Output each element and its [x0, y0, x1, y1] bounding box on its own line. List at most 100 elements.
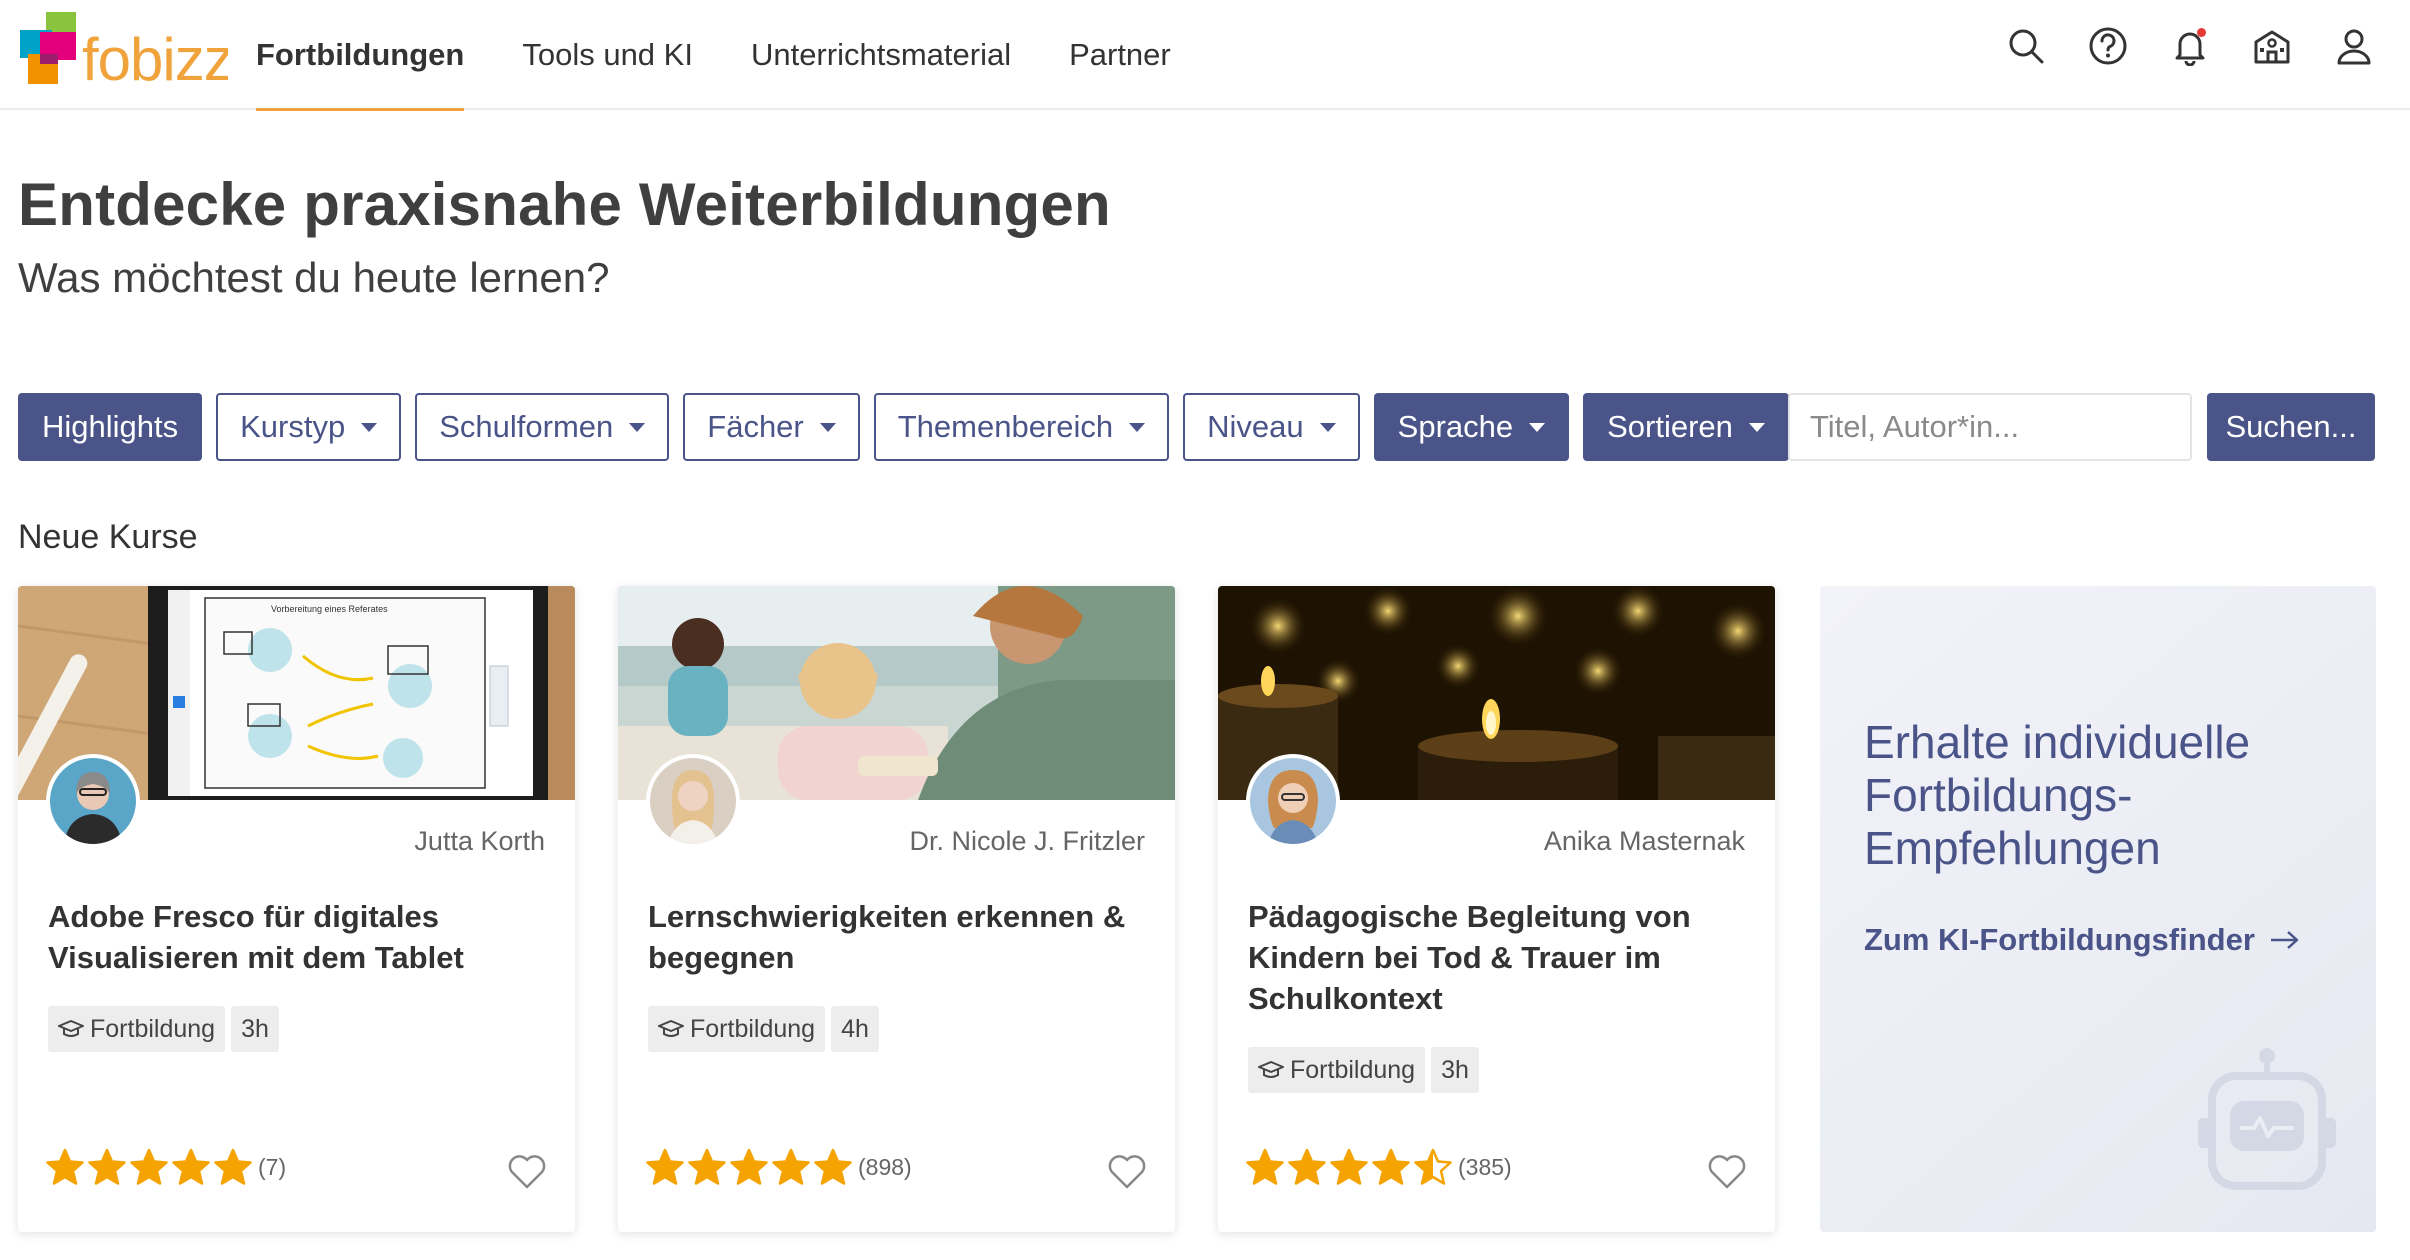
rating-count: (898) [858, 1153, 912, 1180]
arrow-right-icon [2270, 931, 2299, 949]
header-actions [2006, 26, 2374, 67]
course-tags: Fortbildung 4h [648, 1006, 879, 1052]
rating-stars: (898) [646, 1148, 912, 1186]
star-icon [130, 1148, 168, 1185]
faecher-dropdown[interactable]: Fächer [683, 393, 860, 461]
rating-count: (7) [258, 1153, 287, 1180]
star-icon [772, 1148, 810, 1185]
schulformen-dropdown[interactable]: Schulformen [415, 393, 670, 461]
sortieren-label: Sortieren [1607, 409, 1733, 444]
niveau-label: Niveau [1207, 409, 1304, 444]
filter-bar: Highlights Kurstyp Schulformen Fächer Th… [18, 393, 1803, 461]
sketch-title: Vorbereitung eines Referates [271, 604, 388, 614]
search-icon[interactable] [2006, 26, 2046, 66]
caret-down-icon [1529, 422, 1546, 432]
nav-item-tools-und-ki[interactable]: Tools und KI [522, 0, 693, 110]
brand-wordmark: fobizz [82, 26, 228, 93]
school-icon[interactable] [2252, 26, 2292, 66]
favorite-heart-icon[interactable] [507, 1152, 547, 1190]
caret-down-icon [1748, 422, 1765, 432]
nav-item-partner[interactable]: Partner [1069, 0, 1171, 110]
ki-finder-link[interactable]: Zum KI-Fortbildungsfinder [1864, 922, 2301, 958]
graduation-cap-icon [658, 1020, 684, 1037]
caret-down-icon [629, 422, 646, 432]
faecher-label: Fächer [707, 409, 804, 444]
main-nav: Fortbildungen Tools und KI Unterrichtsma… [256, 0, 1229, 111]
course-author: Dr. Nicole J. Fritzler [909, 826, 1145, 856]
niveau-dropdown[interactable]: Niveau [1183, 393, 1360, 461]
user-icon[interactable] [2334, 26, 2374, 66]
star-icon [814, 1148, 852, 1185]
course-tags: Fortbildung 3h [1248, 1047, 1479, 1093]
star-icon [730, 1148, 768, 1185]
nav-item-fortbildungen[interactable]: Fortbildungen [256, 0, 465, 111]
themenbereich-dropdown[interactable]: Themenbereich [873, 393, 1170, 461]
tag-type-label: Fortbildung [690, 1014, 816, 1043]
course-title[interactable]: Lernschwierigkeiten erkennen & begegnen [648, 896, 1148, 978]
course-author: Jutta Korth [414, 826, 545, 856]
robot-icon [2198, 1048, 2336, 1190]
star-icon [1246, 1148, 1284, 1185]
star-icon [1372, 1148, 1410, 1185]
search-button[interactable]: Suchen... [2207, 393, 2375, 461]
notification-dot [2197, 28, 2206, 37]
course-card[interactable]: Dr. Nicole J. Fritzler Lernschwierigkeit… [618, 586, 1175, 1232]
caret-down-icon [819, 422, 836, 432]
sortieren-dropdown[interactable]: Sortieren [1583, 393, 1789, 461]
ki-finder-link-label: Zum KI-Fortbildungsfinder [1864, 922, 2255, 957]
favorite-heart-icon[interactable] [1707, 1152, 1747, 1190]
course-title[interactable]: Adobe Fresco für digitales Visualisieren… [48, 896, 548, 978]
themenbereich-label: Themenbereich [897, 409, 1114, 444]
page-title: Entdecke praxisnahe Weiterbildungen [18, 171, 1111, 238]
star-half-icon [1414, 1148, 1452, 1185]
nav-item-unterrichtsmaterial[interactable]: Unterrichtsmaterial [751, 0, 1011, 110]
star-icon [1288, 1148, 1326, 1185]
rating-stars: (7) [46, 1148, 286, 1186]
course-author: Anika Masternak [1543, 826, 1745, 856]
caret-down-icon [1319, 422, 1336, 432]
ai-recommendation-card[interactable]: Erhalte individuelle Fortbildungs-Empfeh… [1820, 586, 2376, 1232]
kurstyp-dropdown[interactable]: Kurstyp [216, 393, 402, 461]
help-icon[interactable] [2088, 26, 2128, 66]
star-icon [1330, 1148, 1368, 1185]
fobizz-logo[interactable]: fobizz [18, 10, 234, 96]
star-icon [88, 1148, 126, 1185]
course-card[interactable]: Vorbereitung eines Referates Jutta Korth… [18, 586, 575, 1232]
author-avatar [646, 754, 740, 848]
rating-stars: (385) [1246, 1148, 1512, 1186]
bell-icon[interactable] [2170, 26, 2210, 67]
course-title[interactable]: Pädagogische Begleitung von Kindern bei … [1248, 896, 1748, 1019]
tag-duration: 3h [1431, 1047, 1479, 1093]
search-input[interactable] [1788, 393, 2192, 461]
course-tags: Fortbildung 3h [48, 1006, 279, 1052]
course-card[interactable]: Anika Masternak Pädagogische Begleitung … [1218, 586, 1775, 1232]
star-icon [688, 1148, 726, 1185]
caret-down-icon [1129, 422, 1146, 432]
graduation-cap-icon [1258, 1061, 1284, 1078]
promo-title: Erhalte individuelle Fortbildungs-Empfeh… [1864, 716, 2251, 874]
author-avatar [1246, 754, 1340, 848]
rating-count: (385) [1458, 1153, 1512, 1180]
tag-duration: 3h [231, 1006, 279, 1052]
tag-course-type: Fortbildung [648, 1006, 826, 1052]
star-icon [46, 1148, 84, 1185]
sprache-label: Sprache [1397, 409, 1514, 444]
page-subtitle: Was möchtest du heute lernen? [18, 254, 610, 301]
tag-duration: 4h [831, 1006, 879, 1052]
tag-course-type: Fortbildung [48, 1006, 226, 1052]
top-navigation-bar: fobizz Fortbildungen Tools und KI Unterr… [0, 0, 2410, 111]
sprache-dropdown[interactable]: Sprache [1373, 393, 1570, 461]
author-avatar [46, 754, 140, 848]
star-icon [172, 1148, 210, 1185]
section-title-neue-kurse: Neue Kurse [18, 518, 198, 556]
star-icon [214, 1148, 252, 1185]
schulformen-label: Schulformen [439, 409, 614, 444]
highlights-label: Highlights [42, 409, 179, 444]
favorite-heart-icon[interactable] [1107, 1152, 1147, 1190]
tag-type-label: Fortbildung [1290, 1055, 1416, 1084]
tag-type-label: Fortbildung [90, 1014, 216, 1043]
star-icon [646, 1148, 684, 1185]
highlights-button[interactable]: Highlights [18, 393, 203, 461]
graduation-cap-icon [58, 1020, 84, 1037]
tag-course-type: Fortbildung [1248, 1047, 1426, 1093]
